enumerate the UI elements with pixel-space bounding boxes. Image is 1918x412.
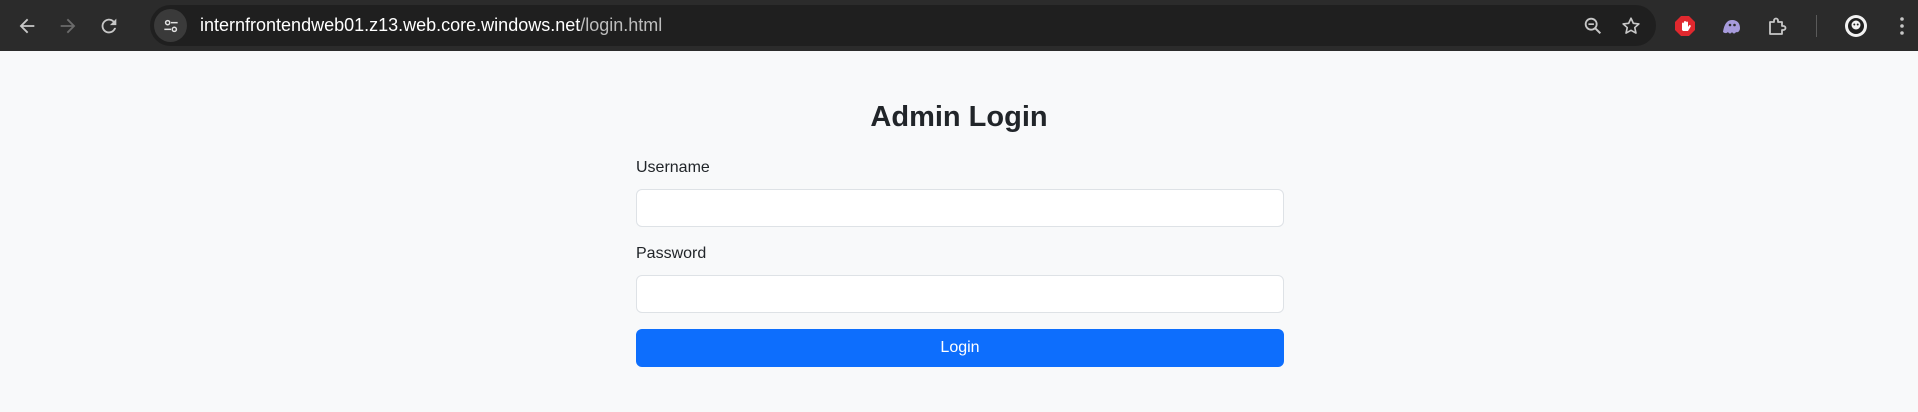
page-title: Admin Login bbox=[870, 101, 1048, 133]
arrow-left-icon bbox=[19, 18, 34, 33]
zoom-icon[interactable] bbox=[1582, 15, 1604, 37]
extensions-area bbox=[1668, 0, 1918, 51]
extension-adblock[interactable] bbox=[1668, 9, 1702, 43]
toolbar-divider bbox=[1816, 14, 1817, 37]
reload-icon bbox=[101, 18, 116, 33]
puzzle-icon bbox=[1769, 17, 1787, 35]
reload-button[interactable] bbox=[90, 7, 127, 44]
url-path: /login.html bbox=[580, 15, 663, 35]
tune-icon bbox=[163, 19, 178, 32]
kebab-menu-icon bbox=[1900, 16, 1904, 35]
nav-buttons bbox=[8, 7, 127, 44]
back-button[interactable] bbox=[8, 7, 45, 44]
arrow-right-icon bbox=[60, 18, 75, 33]
site-info-button[interactable] bbox=[154, 9, 187, 42]
page-content: Admin Login Username Password Login bbox=[0, 51, 1918, 412]
omnibox-actions bbox=[1582, 5, 1642, 46]
forward-button[interactable] bbox=[49, 7, 86, 44]
extension-ghost[interactable] bbox=[1714, 9, 1748, 43]
menu-button[interactable] bbox=[1885, 9, 1918, 43]
username-input[interactable] bbox=[636, 189, 1284, 227]
bookmark-star-icon[interactable] bbox=[1620, 15, 1642, 37]
browser-toolbar: internfrontendweb01.z13.web.core.windows… bbox=[0, 0, 1918, 51]
url-host: internfrontendweb01.z13.web.core.windows… bbox=[200, 15, 581, 35]
ghost-icon bbox=[1723, 19, 1740, 33]
stop-hand-icon bbox=[1675, 15, 1695, 36]
password-input[interactable] bbox=[636, 275, 1284, 313]
login-button[interactable]: Login bbox=[636, 329, 1284, 367]
address-bar[interactable]: internfrontendweb01.z13.web.core.windows… bbox=[150, 5, 1656, 46]
profile-button[interactable] bbox=[1839, 9, 1873, 43]
extensions-button[interactable] bbox=[1760, 9, 1794, 43]
avatar-icon bbox=[1845, 14, 1867, 37]
url-text[interactable]: internfrontendweb01.z13.web.core.windows… bbox=[200, 15, 662, 36]
username-label: Username bbox=[636, 159, 710, 176]
password-label: Password bbox=[636, 245, 707, 262]
